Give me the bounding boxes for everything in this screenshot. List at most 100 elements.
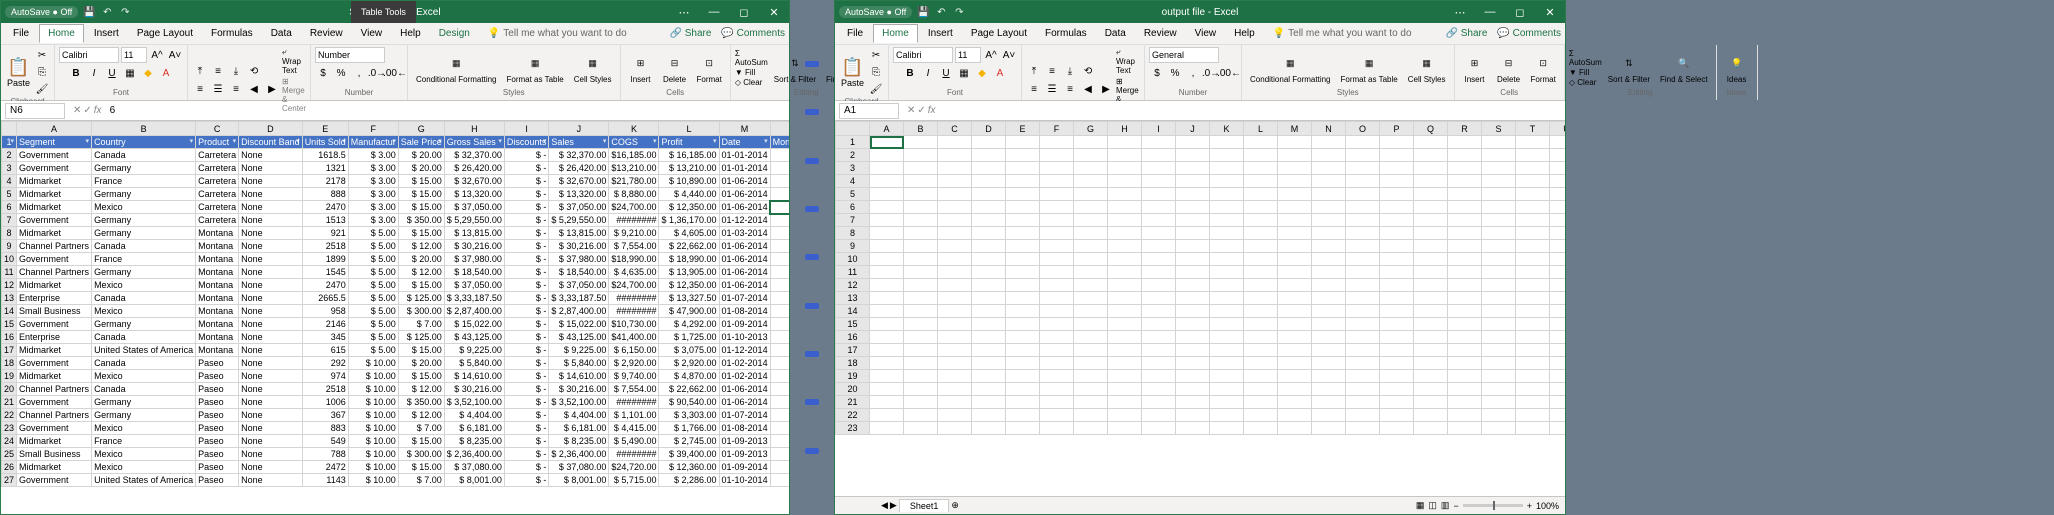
cell[interactable]: $ 6,181.00	[549, 422, 609, 435]
cell[interactable]	[1414, 201, 1448, 214]
cell[interactable]	[1448, 318, 1482, 331]
cell[interactable]	[904, 357, 938, 370]
cell[interactable]	[1482, 175, 1516, 188]
cell[interactable]	[1108, 266, 1142, 279]
cell[interactable]: None	[239, 344, 303, 357]
cell[interactable]	[1142, 357, 1176, 370]
col-header[interactable]: J	[549, 122, 609, 136]
cell[interactable]	[870, 201, 904, 214]
cell[interactable]	[1346, 175, 1380, 188]
undo-icon[interactable]: ↶	[100, 5, 114, 19]
cell[interactable]: 2472	[302, 461, 348, 474]
cell[interactable]	[1244, 201, 1278, 214]
table-header-cell[interactable]: Country	[92, 136, 196, 149]
table-header-cell[interactable]: Discounts	[504, 136, 549, 149]
col-header[interactable]: B	[92, 122, 196, 136]
cell[interactable]: $ 3.00	[348, 201, 398, 214]
cell[interactable]: $ 5,29,550.00	[444, 214, 504, 227]
ribbon-options-icon[interactable]: ⋯	[669, 1, 699, 23]
cell[interactable]	[904, 409, 938, 422]
cell[interactable]	[972, 305, 1006, 318]
cell[interactable]	[1448, 149, 1482, 162]
cell[interactable]: Midmarket	[17, 201, 92, 214]
cell[interactable]	[1244, 227, 1278, 240]
cell[interactable]: 01-03-2014	[719, 227, 770, 240]
cell[interactable]: Carretera	[196, 162, 239, 175]
cell[interactable]	[1448, 331, 1482, 344]
cell[interactable]: Channel Partners	[17, 409, 92, 422]
minimize-icon[interactable]: —	[1475, 1, 1505, 23]
cell[interactable]	[1278, 292, 1312, 305]
cell[interactable]	[1074, 162, 1108, 175]
cell[interactable]	[1176, 409, 1210, 422]
cell[interactable]	[1176, 201, 1210, 214]
cell[interactable]: United States of America	[92, 474, 196, 487]
cell[interactable]: $ 13,327.50	[659, 292, 719, 305]
cell[interactable]	[1210, 292, 1244, 305]
next-sheet-icon[interactable]: ▶	[890, 500, 897, 511]
cell[interactable]	[870, 149, 904, 162]
cell[interactable]: 1006	[302, 396, 348, 409]
cell[interactable]	[1040, 175, 1074, 188]
cell[interactable]	[1108, 292, 1142, 305]
cond-format-button[interactable]: ▦Conditional Formatting	[412, 49, 500, 86]
cell[interactable]	[1210, 305, 1244, 318]
cell[interactable]	[1278, 305, 1312, 318]
cell[interactable]: $ 15.00	[398, 175, 444, 188]
cell[interactable]	[1414, 292, 1448, 305]
cell[interactable]	[1550, 175, 1566, 188]
cell[interactable]	[1142, 305, 1176, 318]
cell[interactable]	[1482, 266, 1516, 279]
cell[interactable]: 2518	[302, 240, 348, 253]
cell[interactable]	[1380, 227, 1414, 240]
cell[interactable]: $ 32,370.00	[444, 149, 504, 162]
cell[interactable]	[1074, 240, 1108, 253]
wrap-text-button[interactable]: ⤶ Wrap Text	[282, 47, 306, 75]
cell[interactable]	[1244, 422, 1278, 435]
cell[interactable]: 9	[770, 448, 789, 461]
indent-dec-icon[interactable]: ◀	[246, 81, 262, 97]
cell[interactable]	[1414, 266, 1448, 279]
cell[interactable]: Midmarket	[17, 279, 92, 292]
format-painter-icon[interactable]: 🖌	[868, 81, 884, 97]
cell[interactable]: $ -	[504, 305, 549, 318]
cell[interactable]: $ 90,540.00	[659, 396, 719, 409]
cell[interactable]	[1448, 383, 1482, 396]
cell[interactable]	[1414, 344, 1448, 357]
cell[interactable]	[1414, 357, 1448, 370]
cell[interactable]: $ 7.00	[398, 422, 444, 435]
cell[interactable]	[1040, 227, 1074, 240]
cell[interactable]	[1142, 266, 1176, 279]
cell[interactable]	[1074, 188, 1108, 201]
cell[interactable]	[1380, 240, 1414, 253]
cell[interactable]	[1278, 240, 1312, 253]
percent-icon[interactable]: %	[333, 65, 349, 81]
cell[interactable]	[1074, 396, 1108, 409]
tab-data[interactable]: Data	[1097, 25, 1134, 42]
autosave-toggle[interactable]: AutoSave ● Off	[839, 6, 912, 18]
cell-styles-button[interactable]: ▦Cell Styles	[1404, 49, 1450, 86]
cell[interactable]	[938, 305, 972, 318]
cell[interactable]	[972, 279, 1006, 292]
cell[interactable]	[1040, 162, 1074, 175]
cell[interactable]	[1482, 305, 1516, 318]
cell[interactable]	[1142, 331, 1176, 344]
cell[interactable]: 6	[770, 175, 789, 188]
cell[interactable]	[1414, 214, 1448, 227]
cell[interactable]	[1210, 279, 1244, 292]
cell[interactable]	[1550, 240, 1566, 253]
cell[interactable]: $ -	[504, 344, 549, 357]
cell[interactable]: 01-06-2014	[719, 201, 770, 214]
cell[interactable]: $ 3,33,187.50	[549, 292, 609, 305]
cell[interactable]: $ 20.00	[398, 162, 444, 175]
cell[interactable]	[972, 318, 1006, 331]
cell[interactable]	[870, 227, 904, 240]
cell[interactable]	[1346, 214, 1380, 227]
cell[interactable]	[1006, 240, 1040, 253]
cell[interactable]: $ 37,050.00	[549, 201, 609, 214]
cell[interactable]	[1040, 370, 1074, 383]
cell[interactable]	[1346, 266, 1380, 279]
table-header-cell[interactable]: Discount Band	[239, 136, 303, 149]
cell[interactable]: $ 37,050.00	[444, 201, 504, 214]
cell[interactable]	[1312, 240, 1346, 253]
